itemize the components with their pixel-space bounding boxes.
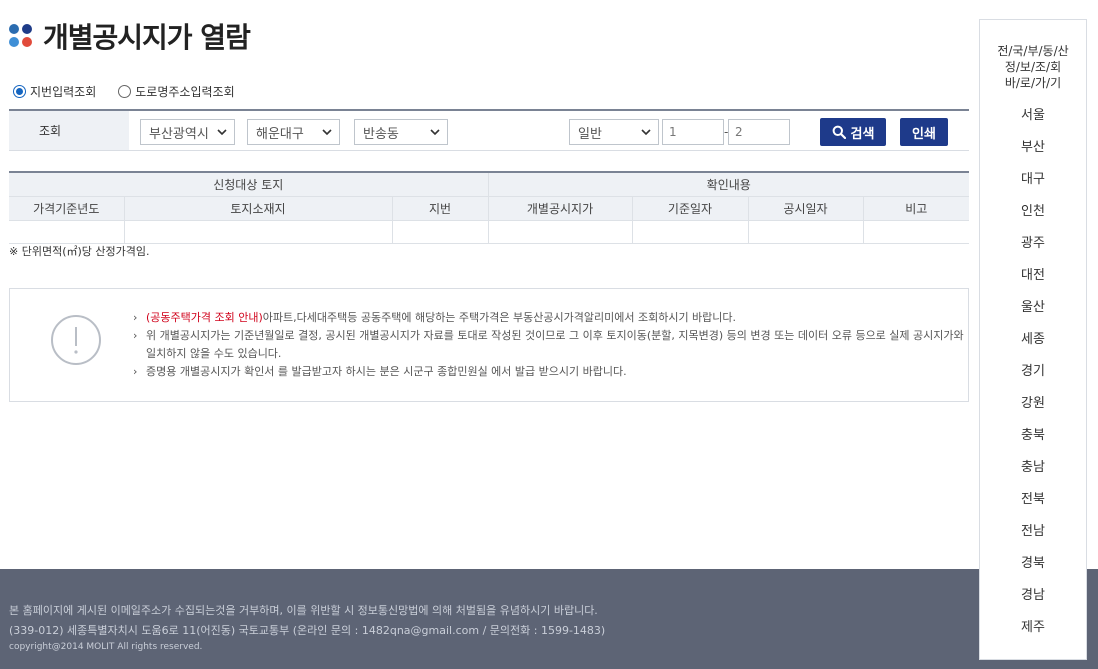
region-link-gwangju[interactable]: 광주 — [980, 235, 1086, 267]
sido-select[interactable]: 부산광역시 — [140, 119, 235, 145]
radio-jibun[interactable]: 지번입력조회 — [13, 83, 96, 100]
table-column-header-row: 가격기준년도 토지소재지 지번 개별공시지가 기준일자 공시일자 비고 — [9, 196, 969, 221]
notice-box: (공동주택가격 조회 안내)아파트,다세대주택등 공동주택에 해당하는 주택가격… — [9, 288, 969, 402]
region-link-sejong[interactable]: 세종 — [980, 331, 1086, 363]
region-link-gyeongnam[interactable]: 경남 — [980, 587, 1086, 619]
search-bar: 조회 부산광역시 해운대구 반송동 일반 1 - 2 검색 인쇄 — [9, 109, 969, 151]
sido-select-value: 부산광역시 — [149, 126, 209, 142]
region-list: 서울 부산 대구 인천 광주 대전 울산 세종 경기 강원 충북 충남 전북 전… — [980, 107, 1086, 651]
search-label: 조회 — [9, 111, 129, 150]
page-header: 개별공시지가 열람 — [9, 16, 251, 56]
footer-email-policy: 본 홈페이지에 게시된 이메일주소가 수집되는것을 거부하며, 이를 위반할 시… — [9, 604, 598, 617]
search-mode-radios: 지번입력조회 도로명주소입력조회 — [13, 83, 235, 100]
radio-road-address-circle[interactable] — [118, 85, 132, 98]
chevron-down-icon — [217, 129, 227, 136]
notice-item: (공동주택가격 조회 안내)아파트,다세대주택등 공동주택에 해당하는 주택가격… — [133, 309, 968, 327]
table-cell — [9, 220, 125, 244]
notice-item-text: 일치하지 않을 수도 있습니다. — [146, 347, 282, 360]
region-link-daejeon[interactable]: 대전 — [980, 267, 1086, 299]
column-header-official-price: 개별공시지가 — [488, 196, 633, 221]
table-cell — [124, 220, 393, 244]
search-button-label: 검색 — [850, 126, 875, 142]
chevron-down-icon — [641, 129, 651, 136]
region-link-busan[interactable]: 부산 — [980, 139, 1086, 171]
region-panel-title-line: 전/국/부/동/산 — [997, 44, 1069, 58]
sigungu-select-value: 해운대구 — [256, 126, 304, 142]
region-link-gangwon[interactable]: 강원 — [980, 395, 1086, 427]
notice-item-text: 위 개별공시지가는 기준년월일로 결정, 공시된 개별공시지가 자료를 토대로 … — [146, 329, 964, 342]
column-header-announce-date: 공시일자 — [748, 196, 864, 221]
dong-select[interactable]: 반송동 — [354, 119, 448, 145]
dong-select-value: 반송동 — [363, 126, 399, 142]
radio-road-address-label: 도로명주소입력조회 — [135, 85, 235, 99]
exclamation-circle-icon — [51, 315, 101, 365]
print-button-label: 인쇄 — [912, 126, 936, 142]
region-link-ulsan[interactable]: 울산 — [980, 299, 1086, 331]
notice-item: 증명용 개별공시지가 확인서 를 발급받고자 하시는 분은 시군구 종합민원실 … — [133, 363, 968, 381]
magnifier-icon — [832, 125, 846, 139]
region-link-chungnam[interactable]: 충남 — [980, 459, 1086, 491]
land-type-select[interactable]: 일반 — [569, 119, 659, 145]
table-cell — [632, 220, 749, 244]
column-header-base-date: 기준일자 — [632, 196, 749, 221]
region-panel-title: 전/국/부/동/산 정/보/조/회 바/로/가/기 — [980, 43, 1086, 91]
region-link-gyeonggi[interactable]: 경기 — [980, 363, 1086, 395]
notice-list: (공동주택가격 조회 안내)아파트,다세대주택등 공동주택에 해당하는 주택가격… — [133, 309, 968, 381]
page-title: 개별공시지가 열람 — [43, 21, 251, 54]
region-shortcut-panel: 전/국/부/동/산 정/보/조/회 바/로/가/기 서울 부산 대구 인천 광주… — [979, 19, 1087, 660]
radio-road-address[interactable]: 도로명주소입력조회 — [118, 83, 235, 100]
four-dots-icon — [9, 24, 33, 48]
unit-note: ※ 단위면적(㎡)당 산정가격임. — [9, 245, 150, 258]
page: 개별공시지가 열람 지번입력조회 도로명주소입력조회 조회 부산광역시 해운대구… — [0, 0, 1098, 669]
sigungu-select[interactable]: 해운대구 — [247, 119, 340, 145]
column-header-land-location: 토지소재지 — [124, 196, 393, 221]
chevron-down-icon — [322, 129, 332, 136]
region-link-jeonbuk[interactable]: 전북 — [980, 491, 1086, 523]
print-button[interactable]: 인쇄 — [900, 118, 948, 146]
region-panel-title-line: 정/보/조/회 — [1004, 60, 1062, 74]
notice-item: 위 개별공시지가는 기준년월일로 결정, 공시된 개별공시지가 자료를 토대로 … — [133, 327, 968, 363]
table-cell — [748, 220, 864, 244]
table-cell — [488, 220, 633, 244]
region-link-gyeongbuk[interactable]: 경북 — [980, 555, 1086, 587]
table-cell — [863, 220, 969, 244]
column-header-remarks: 비고 — [863, 196, 969, 221]
table-group-header-row: 신청대상 토지 확인내용 — [9, 171, 969, 197]
bubun-input[interactable]: 2 — [728, 119, 790, 145]
group-header-target-land: 신청대상 토지 — [9, 171, 489, 197]
apartment-price-link[interactable]: (공동주택가격 조회 안내) — [146, 311, 263, 324]
table-row — [9, 220, 969, 244]
land-type-select-value: 일반 — [578, 126, 602, 142]
chevron-down-icon — [430, 129, 440, 136]
column-header-price-year: 가격기준년도 — [9, 196, 125, 221]
search-button[interactable]: 검색 — [820, 118, 886, 146]
radio-jibun-circle[interactable] — [13, 85, 26, 98]
notice-item-text: 아파트,다세대주택등 공동주택에 해당하는 주택가격은 부동산공시가격알리미에서… — [262, 311, 737, 324]
notice-item-text: 증명용 개별공시지가 확인서 를 발급받고자 하시는 분은 시군구 종합민원실 … — [146, 365, 627, 378]
footer: 본 홈페이지에 게시된 이메일주소가 수집되는것을 거부하며, 이를 위반할 시… — [0, 569, 1098, 669]
region-link-chungbuk[interactable]: 충북 — [980, 427, 1086, 459]
region-link-jeju[interactable]: 제주 — [980, 619, 1086, 651]
region-link-seoul[interactable]: 서울 — [980, 107, 1086, 139]
region-link-daegu[interactable]: 대구 — [980, 171, 1086, 203]
result-table: 신청대상 토지 확인내용 가격기준년도 토지소재지 지번 개별공시지가 기준일자… — [9, 171, 969, 244]
radio-jibun-label: 지번입력조회 — [30, 85, 97, 99]
region-panel-title-line: 바/로/가/기 — [1004, 76, 1062, 90]
region-link-jeonnam[interactable]: 전남 — [980, 523, 1086, 555]
bonbun-input[interactable]: 1 — [662, 119, 724, 145]
column-header-jibun: 지번 — [392, 196, 489, 221]
footer-address: (339-012) 세종특별자치시 도움6로 11(어진동) 국토교통부 (온라… — [9, 624, 606, 637]
region-link-incheon[interactable]: 인천 — [980, 203, 1086, 235]
footer-copyright: copyright@2014 MOLIT All rights reserved… — [9, 642, 203, 652]
table-cell — [392, 220, 489, 244]
group-header-confirmation: 확인내용 — [488, 171, 969, 197]
